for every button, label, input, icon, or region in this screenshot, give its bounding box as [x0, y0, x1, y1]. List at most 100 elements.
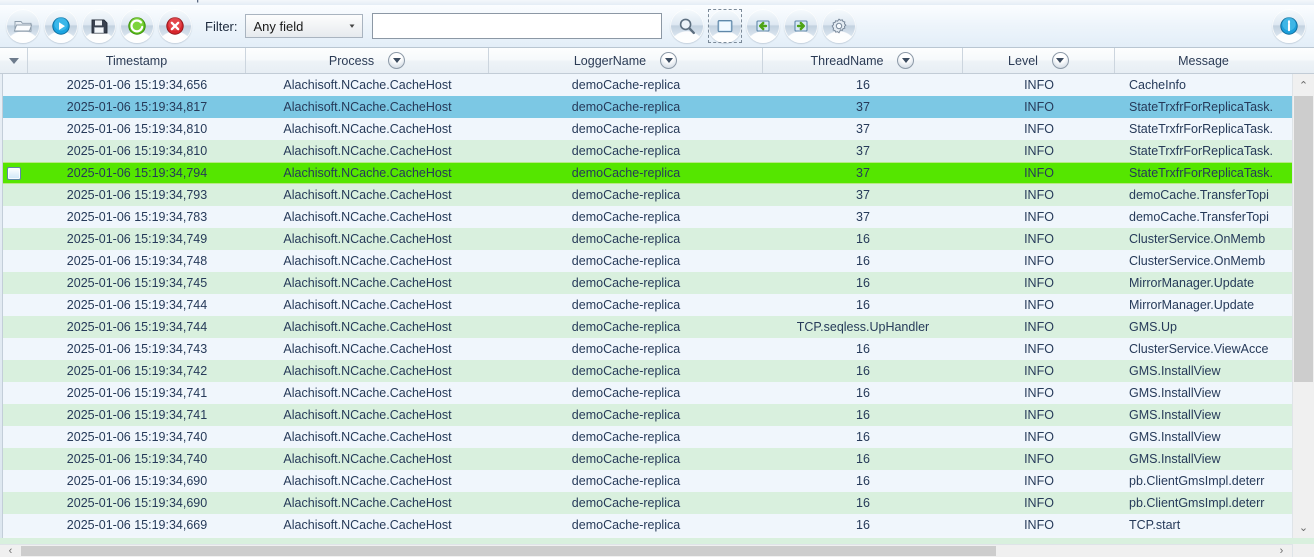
grid-rows-viewport[interactable]: 2025-01-06 15:19:34,656 Alachisoft.NCache…: [0, 74, 1314, 538]
table-row[interactable]: 2025-01-06 15:19:34,669 Alachisoft.NCache…: [0, 514, 1314, 536]
cell-level: INFO: [1024, 254, 1054, 268]
horizontal-scroll-track[interactable]: [21, 545, 1271, 557]
row-marker-cell: [0, 382, 28, 404]
table-row[interactable]: 2025-01-06 15:19:34,810 Alachisoft.NCache…: [0, 140, 1314, 162]
column-header-timestamp[interactable]: Timestamp: [28, 48, 246, 73]
column-filter-button-thread[interactable]: [897, 52, 915, 69]
save-button[interactable]: [80, 7, 118, 45]
table-row[interactable]: 2025-01-06 15:19:34,793 Alachisoft.NCache…: [0, 184, 1314, 206]
column-header-label: Message: [1178, 53, 1229, 68]
vertical-scroll-thumb[interactable]: [1294, 96, 1313, 382]
table-row[interactable]: 2025-01-06 15:19:34,741 Alachisoft.NCache…: [0, 404, 1314, 426]
bookmark-marker-icon[interactable]: [7, 166, 21, 180]
cell-logger: demoCache-replica: [571, 518, 681, 532]
cell-level: INFO: [1024, 276, 1054, 290]
cell-message: MirrorManager.Update: [1129, 298, 1255, 312]
cell-level: INFO: [1024, 474, 1054, 488]
cell-logger: demoCache-replica: [571, 430, 681, 444]
column-header-process[interactable]: Process: [246, 48, 489, 73]
column-header-message[interactable]: Message: [1115, 48, 1292, 73]
column-menu-caret-icon[interactable]: [8, 57, 19, 64]
table-row[interactable]: 2025-01-06 15:19:34,748 Alachisoft.NCache…: [0, 250, 1314, 272]
cell-timestamp: 2025-01-06 15:19:34,743: [66, 342, 208, 356]
row-marker-cell: [0, 470, 28, 492]
cell-process: Alachisoft.NCache.CacheHost: [283, 144, 452, 158]
menu-item-help[interactable]: Help: [180, 0, 203, 3]
settings-button[interactable]: [820, 7, 858, 45]
cell-logger: demoCache-replica: [571, 276, 681, 290]
scroll-up-button[interactable]: ⌃: [1293, 74, 1314, 96]
row-marker-cell: [0, 184, 28, 206]
table-row[interactable]: 2025-01-06 15:19:34,744 Alachisoft.NCache…: [0, 294, 1314, 316]
cell-message: StateTrxfrForReplicaTask.: [1129, 144, 1274, 158]
menu-item-tools[interactable]: Tools: [130, 0, 156, 3]
cell-logger: demoCache-replica: [571, 210, 681, 224]
menu-item-view[interactable]: View: [88, 0, 112, 3]
column-header-level[interactable]: Level: [963, 48, 1115, 73]
table-row[interactable]: 2025-01-06 15:19:34,740 Alachisoft.NCache…: [0, 426, 1314, 448]
table-row[interactable]: 2025-01-06 15:19:34,794 Alachisoft.NCache…: [0, 162, 1314, 184]
cell-level: INFO: [1024, 166, 1054, 180]
table-row[interactable]: 2025-01-06 15:19:34,744 Alachisoft.NCache…: [0, 316, 1314, 338]
open-file-button[interactable]: [4, 7, 42, 45]
scroll-down-button[interactable]: ⌄: [1293, 516, 1314, 538]
table-row[interactable]: 2025-01-06 15:19:34,741 Alachisoft.NCache…: [0, 382, 1314, 404]
column-header-logger[interactable]: LoggerName: [489, 48, 763, 73]
table-row[interactable]: 2025-01-06 15:19:34,690 Alachisoft.NCache…: [0, 470, 1314, 492]
table-row[interactable]: 2025-01-06 15:19:34,656 Alachisoft.NCache…: [0, 74, 1314, 96]
cell-message: GMS.InstallView: [1129, 452, 1221, 466]
table-row[interactable]: 2025-01-06 15:19:34,817 Alachisoft.NCache…: [0, 96, 1314, 118]
cell-thread: 16: [856, 78, 870, 92]
filter-chevron-down-icon: [664, 58, 673, 63]
horizontal-scroll-thumb[interactable]: [21, 546, 996, 556]
previous-button[interactable]: [744, 7, 782, 45]
cell-message: StateTrxfrForReplicaTask.: [1129, 122, 1274, 136]
column-filter-button-logger[interactable]: [660, 52, 678, 69]
cell-message: GMS.Up: [1129, 320, 1177, 334]
row-marker-cell: [0, 140, 28, 162]
row-marker-cell: [0, 294, 28, 316]
table-row[interactable]: 2025-01-06 15:19:34,740 Alachisoft.NCache…: [0, 448, 1314, 470]
cell-process: Alachisoft.NCache.CacheHost: [283, 474, 452, 488]
filter-text-input[interactable]: [371, 13, 662, 39]
vertical-scroll-track[interactable]: [1293, 96, 1314, 516]
cell-thread: 37: [856, 144, 870, 158]
vertical-scrollbar[interactable]: ⌃ ⌄: [1292, 74, 1314, 538]
cell-thread: 16: [856, 254, 870, 268]
filter-chevron-down-icon: [392, 58, 401, 63]
log-viewer-window: File Edit View Tools Help: [0, 0, 1314, 557]
column-header-marker[interactable]: [0, 48, 28, 73]
table-row[interactable]: 2025-01-06 15:19:34,742 Alachisoft.NCache…: [0, 360, 1314, 382]
info-button[interactable]: [1270, 7, 1308, 45]
cell-logger: demoCache-replica: [571, 496, 681, 510]
cell-thread: 16: [856, 518, 870, 532]
column-header-thread[interactable]: ThreadName: [763, 48, 963, 73]
scroll-right-button[interactable]: ›: [1271, 545, 1292, 557]
filter-field-select[interactable]: Any field ▾: [244, 14, 363, 38]
table-row[interactable]: 2025-01-06 15:19:34,749 Alachisoft.NCache…: [0, 228, 1314, 250]
scroll-left-button[interactable]: ‹: [0, 545, 21, 557]
next-button[interactable]: [782, 7, 820, 45]
table-row[interactable]: 2025-01-06 15:19:34,810 Alachisoft.NCache…: [0, 118, 1314, 140]
cell-thread: 16: [856, 364, 870, 378]
cell-process: Alachisoft.NCache.CacheHost: [283, 100, 452, 114]
column-filter-button-process[interactable]: [388, 52, 406, 69]
column-filter-button-level[interactable]: [1051, 52, 1069, 69]
table-row[interactable]: 2025-01-06 15:19:34,783 Alachisoft.NCache…: [0, 206, 1314, 228]
toggle-panel-button[interactable]: [706, 7, 744, 45]
cell-level: INFO: [1024, 232, 1054, 246]
menu-item-file[interactable]: File: [8, 0, 26, 3]
start-button[interactable]: [42, 7, 80, 45]
cell-timestamp: 2025-01-06 15:19:34,740: [66, 430, 208, 444]
cell-level: INFO: [1024, 144, 1054, 158]
cell-thread: 37: [856, 210, 870, 224]
cell-process: Alachisoft.NCache.CacheHost: [283, 408, 452, 422]
menu-item-edit[interactable]: Edit: [48, 0, 67, 3]
table-row[interactable]: 2025-01-06 15:19:34,690 Alachisoft.NCache…: [0, 492, 1314, 514]
search-button[interactable]: [668, 7, 706, 45]
refresh-button[interactable]: [118, 7, 156, 45]
horizontal-scrollbar[interactable]: ‹ ›: [0, 544, 1292, 557]
table-row[interactable]: 2025-01-06 15:19:34,743 Alachisoft.NCache…: [0, 338, 1314, 360]
stop-clear-button[interactable]: [156, 7, 194, 45]
table-row[interactable]: 2025-01-06 15:19:34,745 Alachisoft.NCache…: [0, 272, 1314, 294]
